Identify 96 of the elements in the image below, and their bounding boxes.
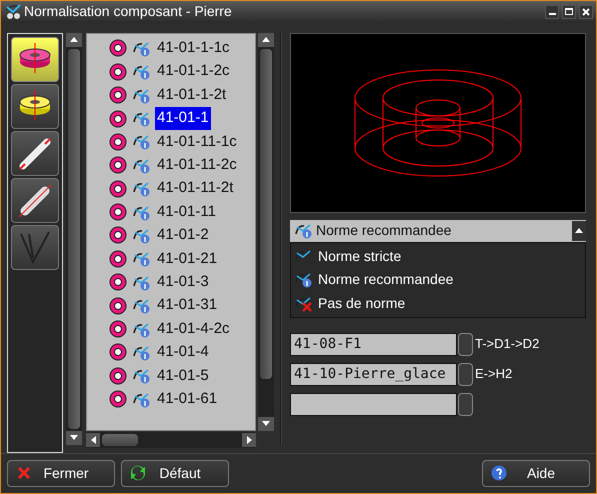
left-arrow-icon <box>90 436 96 444</box>
minimize-button[interactable] <box>545 4 559 19</box>
list-item[interactable]: 41-01-1-2c <box>155 60 232 83</box>
input-field[interactable] <box>290 392 457 416</box>
info-arc-icon <box>132 156 150 174</box>
info-arc-icon <box>132 250 150 268</box>
scroll-thumb[interactable] <box>102 434 138 446</box>
ring-icon <box>109 110 127 128</box>
dialog-button[interactable]: Défaut <box>121 460 229 487</box>
ring-icon <box>109 390 127 408</box>
browse-button[interactable] <box>458 392 473 416</box>
dropdown-option[interactable]: Norme stricte <box>291 244 585 268</box>
list-item[interactable]: 41-01-4 <box>155 341 211 364</box>
ring-icon <box>109 156 127 174</box>
scroll-down-button[interactable] <box>66 430 82 445</box>
input-field[interactable]: 41-10-Pierre_glace <box>290 362 457 386</box>
ring-icon <box>109 39 127 58</box>
list-item[interactable]: 41-01-21 <box>155 248 220 270</box>
info-arc-icon <box>294 222 312 240</box>
scroll-up-button[interactable] <box>258 32 274 47</box>
list-item[interactable]: 41-01-1-1c <box>155 37 232 60</box>
tool-button[interactable] <box>11 130 59 176</box>
dropdown-option[interactable]: Norme recommandee <box>291 268 585 292</box>
up-arrow-icon <box>262 37 270 42</box>
ring-icon <box>109 296 127 315</box>
down-arrow-icon <box>262 421 270 426</box>
ring-icon <box>109 203 127 222</box>
info-arc-icon <box>132 133 150 150</box>
field-label: E->H2 <box>475 365 512 384</box>
tool-button[interactable] <box>11 84 59 129</box>
info-arc-icon <box>132 63 150 80</box>
scroll-thumb[interactable] <box>68 48 80 429</box>
info-arc-icon <box>132 344 150 361</box>
ring-icon <box>109 320 127 338</box>
info-arc-icon <box>132 390 150 408</box>
dropdown-arrow-button[interactable] <box>572 220 586 241</box>
norm-dropdown[interactable]: Norme recommandee <box>290 220 586 242</box>
list-item[interactable]: 41-01-5 <box>155 364 211 388</box>
list-item[interactable]: 41-01-61 <box>155 388 220 410</box>
dialog-button[interactable]: Aide <box>482 460 590 487</box>
dialog-button[interactable]: Fermer <box>7 460 115 487</box>
input-field[interactable]: 41-08-F1 <box>290 332 457 356</box>
list-item[interactable]: 41-01-11-2t <box>155 177 236 200</box>
app-icon <box>4 4 22 20</box>
info-arc-icon <box>132 320 150 338</box>
list-item[interactable]: 41-01-1 <box>155 107 211 130</box>
info-arc-icon <box>132 274 150 291</box>
list-item[interactable]: 41-01-31 <box>155 294 220 317</box>
ring-icon <box>109 62 127 81</box>
list-item[interactable]: 41-01-11 <box>155 200 218 224</box>
right-arrow-icon <box>246 436 252 444</box>
up-arrow-icon <box>575 228 583 234</box>
dropdown-value: Norme recommandee <box>316 221 452 240</box>
ring-icon <box>109 366 127 385</box>
ring-icon <box>109 343 127 362</box>
scroll-thumb[interactable] <box>260 48 272 379</box>
tool-button[interactable] <box>11 36 59 82</box>
info-arc-icon <box>132 226 150 244</box>
field-label: T->D1->D2 <box>475 335 540 354</box>
scroll-left-button[interactable] <box>86 432 100 447</box>
browse-button[interactable] <box>458 362 473 386</box>
info-arc-icon <box>132 204 150 221</box>
scroll-up-button[interactable] <box>66 32 82 47</box>
list-item[interactable]: 41-01-3 <box>155 271 211 294</box>
tool-button[interactable] <box>11 178 59 223</box>
ring-icon <box>109 132 127 151</box>
cross-arc-icon <box>294 294 312 312</box>
close-icon <box>16 465 32 482</box>
ring-icon <box>109 250 127 268</box>
refresh-icon <box>130 465 146 482</box>
list-item[interactable]: 41-01-2 <box>155 224 211 247</box>
ring-icon <box>109 86 127 104</box>
info-arc-icon <box>294 271 312 288</box>
browse-button[interactable] <box>458 332 473 356</box>
scroll-down-button[interactable] <box>258 416 274 431</box>
dropdown-option[interactable]: Pas de norme <box>291 292 585 316</box>
ring-icon <box>109 226 127 244</box>
maximize-button[interactable] <box>562 4 576 19</box>
info-arc-icon <box>132 40 150 57</box>
up-arrow-icon <box>70 37 78 42</box>
list-item[interactable]: 41-01-4-2c <box>155 318 232 340</box>
window-title: Normalisation composant - Pierre <box>24 2 232 22</box>
close-button[interactable] <box>579 4 593 19</box>
info-arc-icon <box>132 297 150 314</box>
info-arc-icon <box>132 110 150 128</box>
info-arc-icon <box>132 180 150 198</box>
list-item[interactable]: 41-01-1-2t <box>155 84 228 106</box>
list-item[interactable]: 41-01-11-2c <box>155 154 239 177</box>
list-item[interactable]: 41-01-11-1c <box>155 130 239 154</box>
scroll-right-button[interactable] <box>242 432 256 447</box>
ring-icon <box>109 180 127 198</box>
ring-icon <box>109 273 127 292</box>
info-arc-icon <box>132 86 150 104</box>
info-arc-icon <box>132 367 150 384</box>
down-arrow-icon <box>70 435 78 440</box>
help-icon <box>491 465 507 482</box>
